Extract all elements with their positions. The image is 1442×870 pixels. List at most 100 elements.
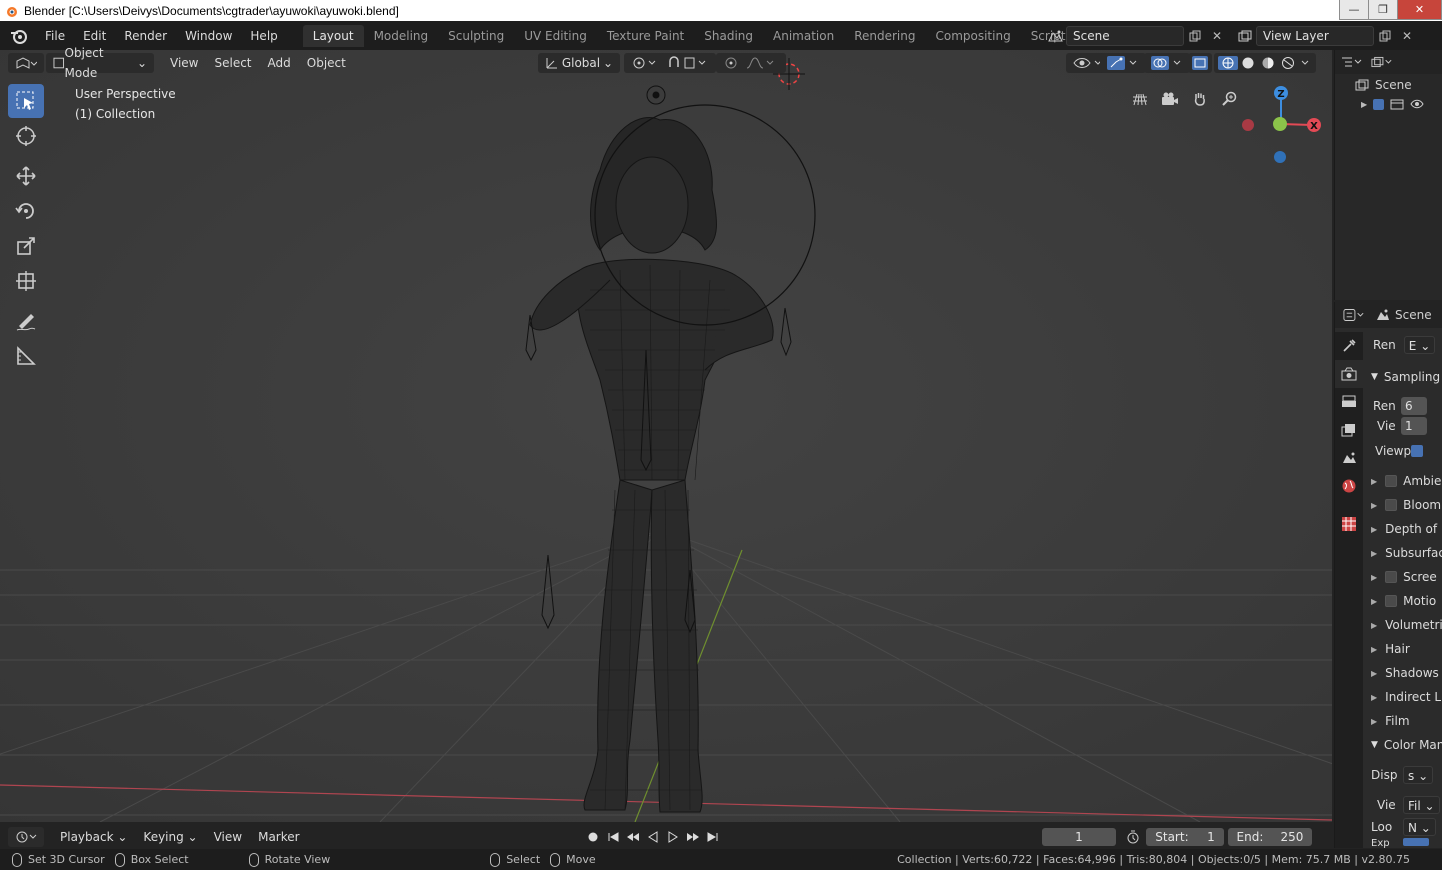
panel-enable-checkbox[interactable] (1385, 595, 1398, 607)
render-panel-7[interactable]: ▶ Hair (1363, 638, 1442, 660)
snap-icon[interactable] (660, 52, 716, 73)
tab-rendering[interactable]: Rendering (844, 25, 925, 47)
menu-window[interactable]: Window (176, 25, 241, 47)
panel-enable-checkbox[interactable] (1385, 571, 1398, 583)
xray-toggle-icon[interactable] (1188, 52, 1212, 73)
display-mode-icon[interactable] (1371, 52, 1393, 72)
menu-object[interactable]: Object (299, 53, 354, 73)
render-panel-2[interactable]: ▶ Depth of (1363, 518, 1442, 540)
view-layer-tab-icon[interactable] (1335, 416, 1363, 444)
overlays-icon[interactable] (1144, 52, 1190, 73)
start-frame-field[interactable]: Start: 1 (1146, 828, 1224, 846)
viewport-samples-field[interactable]: 1 (1401, 417, 1427, 435)
render-panel-4[interactable]: ▶ Scree (1363, 566, 1442, 588)
display-device-dropdown[interactable]: s ⌄ (1403, 766, 1434, 784)
hand-pan-icon[interactable] (1186, 86, 1214, 112)
new-view-layer-icon[interactable] (1374, 26, 1396, 46)
menu-keying[interactable]: Keying ⌄ (135, 827, 205, 847)
new-scene-icon[interactable] (1184, 26, 1206, 46)
gizmo-toggle-icon[interactable] (1100, 52, 1146, 73)
measure-tool[interactable] (8, 339, 44, 373)
menu-marker[interactable]: Marker (250, 827, 307, 847)
editor-type-icon[interactable] (8, 52, 44, 73)
jump-start-icon[interactable] (604, 827, 622, 847)
menu-playback[interactable]: Playback ⌄ (52, 827, 135, 847)
look-dropdown[interactable]: N ⌄ (1403, 818, 1436, 836)
panel-enable-checkbox[interactable] (1385, 499, 1398, 511)
play-reverse-icon[interactable] (644, 827, 662, 847)
viewport-denoise-checkbox[interactable] (1411, 445, 1423, 457)
exposure-field[interactable] (1403, 838, 1429, 846)
move-tool[interactable] (8, 159, 44, 193)
scene-icon[interactable] (1044, 26, 1066, 46)
render-panel-5[interactable]: ▶ Motio (1363, 590, 1442, 612)
select-box-tool[interactable] (8, 84, 44, 118)
menu-select[interactable]: Select (206, 53, 259, 73)
scene-tab-icon[interactable] (1335, 444, 1363, 472)
tab-texture-paint[interactable]: Texture Paint (597, 25, 694, 47)
color-management-header[interactable]: ▼ Color Man (1363, 734, 1442, 756)
zoom-icon[interactable] (1216, 86, 1244, 112)
remove-scene-icon[interactable]: ✕ (1206, 26, 1228, 46)
current-frame-field[interactable]: 1 (1042, 828, 1116, 846)
tool-settings-tab-icon[interactable] (1335, 332, 1363, 360)
minimize-button[interactable]: — (1339, 0, 1369, 20)
outliner-editor-type-icon[interactable] (1341, 52, 1363, 72)
panel-enable-checkbox[interactable] (1385, 475, 1398, 487)
timeline-menu-view[interactable]: View (206, 827, 250, 847)
render-panel-3[interactable]: ▶ Subsurfac (1363, 542, 1442, 564)
tab-uv-editing[interactable]: UV Editing (514, 25, 597, 47)
end-frame-field[interactable]: End: 250 (1228, 828, 1312, 846)
expand-arrow-icon[interactable]: ▶ (1361, 100, 1367, 109)
jump-end-icon[interactable] (704, 827, 722, 847)
collection-checkbox[interactable] (1373, 98, 1385, 110)
annotate-tool[interactable] (8, 304, 44, 338)
3d-viewport[interactable]: Z X (0, 50, 1332, 822)
menu-view[interactable]: View (162, 53, 206, 73)
world-tab-icon[interactable] (1335, 472, 1363, 500)
scene-name-field[interactable]: Scene (1066, 25, 1184, 46)
preview-range-icon[interactable] (1122, 827, 1144, 847)
object-mode-dropdown[interactable]: Object Mode ⌄ (46, 46, 154, 80)
tab-shading[interactable]: Shading (694, 25, 763, 47)
tab-modeling[interactable]: Modeling (364, 25, 439, 47)
cursor-tool[interactable] (8, 119, 44, 153)
transform-tool[interactable] (8, 264, 44, 298)
output-tab-icon[interactable] (1335, 388, 1363, 416)
navigation-gizmo[interactable]: Z X (1236, 78, 1328, 168)
timeline-editor-type-icon[interactable] (8, 826, 44, 847)
texture-tab-icon[interactable] (1335, 510, 1363, 538)
view-layer-icon[interactable] (1234, 26, 1256, 46)
outliner-collection-row[interactable]: ▶ (1361, 98, 1424, 110)
rotate-tool[interactable] (8, 194, 44, 228)
menu-help[interactable]: Help (241, 25, 286, 47)
eye-icon[interactable] (1410, 99, 1424, 109)
sampling-panel-header[interactable]: ▼ Sampling (1363, 366, 1442, 388)
menu-add[interactable]: Add (260, 53, 299, 73)
next-keyframe-icon[interactable] (684, 827, 702, 847)
render-panel-6[interactable]: ▶ Volumetri (1363, 614, 1442, 636)
render-panel-8[interactable]: ▶ Shadows (1363, 662, 1442, 684)
grid-icon[interactable] (1126, 86, 1154, 112)
close-button[interactable]: ✕ (1397, 0, 1442, 20)
properties-editor-type-icon[interactable] (1343, 305, 1365, 325)
tab-sculpting[interactable]: Sculpting (438, 25, 514, 47)
prev-keyframe-icon[interactable] (624, 827, 642, 847)
view-transform-dropdown[interactable]: Fil ⌄ (1403, 796, 1440, 814)
blender-menu-icon[interactable] (8, 25, 30, 47)
proportional-edit-icon[interactable] (716, 52, 786, 73)
tab-layout[interactable]: Layout (302, 24, 364, 47)
view-layer-field[interactable]: View Layer (1256, 25, 1374, 46)
outliner-scene-row[interactable]: Scene (1355, 78, 1412, 92)
render-engine-dropdown[interactable]: E ⌄ (1403, 336, 1436, 354)
render-panel-9[interactable]: ▶ Indirect Li (1363, 686, 1442, 708)
tab-animation[interactable]: Animation (763, 25, 844, 47)
render-panel-1[interactable]: ▶ Bloom (1363, 494, 1442, 516)
render-samples-field[interactable]: 6 (1401, 397, 1427, 415)
record-icon[interactable] (584, 827, 602, 847)
render-panel-10[interactable]: ▶ Film (1363, 710, 1442, 732)
render-panel-0[interactable]: ▶ Ambie (1363, 470, 1442, 492)
remove-view-layer-icon[interactable]: ✕ (1396, 26, 1418, 46)
scale-tool[interactable] (8, 229, 44, 263)
play-icon[interactable] (664, 827, 682, 847)
